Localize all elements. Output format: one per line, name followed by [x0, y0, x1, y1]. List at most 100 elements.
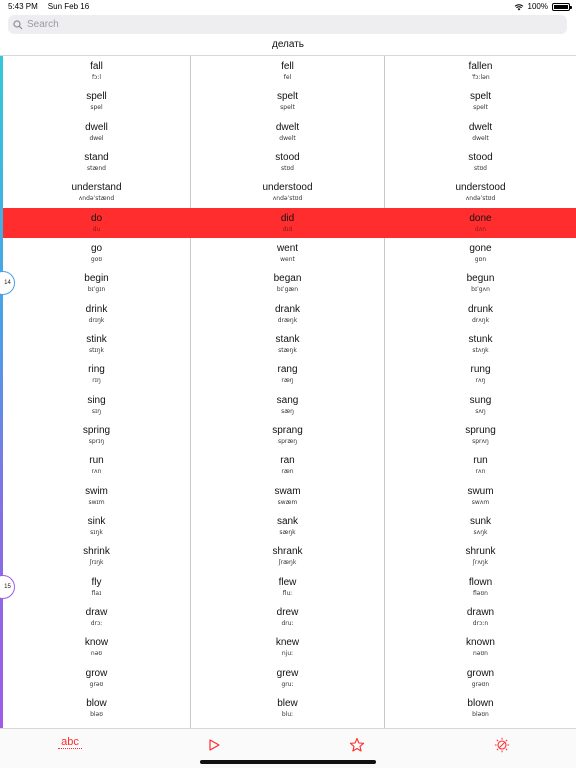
participle-form-cell[interactable]: blown bləʊn — [385, 693, 576, 723]
table-row[interactable]: fall fɔːl fell fel fallen ˈfɔːlən — [3, 56, 576, 86]
favorites-tab[interactable] — [345, 735, 369, 755]
table-row[interactable]: spring sprɪŋ sprang spræŋ sprung sprʌŋ — [3, 420, 576, 450]
table-row[interactable]: stand stænd stood stʊd stood stʊd — [3, 147, 576, 177]
participle-form-cell[interactable]: fallen ˈfɔːlən — [385, 56, 576, 86]
base-form-cell[interactable]: shrink ʃrɪŋk — [3, 541, 190, 571]
past-form-transcription: stæŋk — [278, 346, 297, 354]
table-row[interactable]: grow grəʊ grew gruː grown grəʊn — [3, 663, 576, 693]
past-form-cell[interactable]: knew njuː — [191, 632, 384, 662]
table-row[interactable]: begin bɪˈgɪn began bɪˈgæn begun bɪˈgʌn — [3, 268, 576, 298]
participle-form-cell[interactable]: flown fləʊn — [385, 572, 576, 602]
search-input[interactable] — [27, 19, 547, 30]
base-form-cell[interactable]: fly flaɪ — [3, 572, 190, 602]
table-row[interactable]: sing sɪŋ sang sæŋ sung sʌŋ — [3, 390, 576, 420]
past-form-cell[interactable]: understood ʌndəˈstʊd — [191, 177, 384, 207]
participle-form-cell[interactable]: rung rʌŋ — [385, 359, 576, 389]
table-row[interactable]: go goʊ went went gone gɒn — [3, 238, 576, 268]
base-form-cell[interactable]: go goʊ — [3, 238, 190, 268]
base-form-cell[interactable]: fall fɔːl — [3, 56, 190, 86]
past-form-cell[interactable]: stood stʊd — [191, 147, 384, 177]
base-form-cell[interactable]: sing sɪŋ — [3, 390, 190, 420]
past-form-cell[interactable]: dwelt dwelt — [191, 117, 384, 147]
table-row[interactable]: understand ʌndəˈstænd understood ʌndəˈstʊd u… — [3, 177, 576, 207]
table-row[interactable]: ring rɪŋ rang ræŋ rung rʌŋ — [3, 359, 576, 389]
participle-form-cell[interactable]: shrunk ʃrʌŋk — [385, 541, 576, 571]
base-form-cell[interactable]: swim swɪm — [3, 481, 190, 511]
table-row[interactable]: drink drɪŋk drank dræŋk drunk drʌŋk — [3, 299, 576, 329]
past-form-cell[interactable]: began bɪˈgæn — [191, 268, 384, 298]
past-form-cell[interactable]: flew fluː — [191, 572, 384, 602]
past-form-cell[interactable]: sang sæŋ — [191, 390, 384, 420]
participle-form-cell[interactable]: grown grəʊn — [385, 663, 576, 693]
participle-form-cell[interactable]: gone gɒn — [385, 238, 576, 268]
search-bar[interactable] — [8, 15, 567, 34]
table-row[interactable]: swim swɪm swam swæm swum swʌm — [3, 481, 576, 511]
participle-form-cell[interactable]: sprung sprʌŋ — [385, 420, 576, 450]
base-form-cell[interactable]: run rʌn — [3, 450, 190, 480]
past-form-cell[interactable]: rang ræŋ — [191, 359, 384, 389]
base-form-cell[interactable]: stink stɪŋk — [3, 329, 190, 359]
participle-form-transcription: drɔːn — [472, 619, 489, 627]
participle-form-cell[interactable]: stood stʊd — [385, 147, 576, 177]
base-form-cell[interactable]: know nəʊ — [3, 632, 190, 662]
participle-form-cell[interactable]: begun bɪˈgʌn — [385, 268, 576, 298]
base-form-cell[interactable]: spring sprɪŋ — [3, 420, 190, 450]
past-form-cell[interactable]: drew druː — [191, 602, 384, 632]
past-form-cell[interactable]: drank dræŋk — [191, 299, 384, 329]
abc-tab[interactable]: abc — [58, 735, 82, 749]
base-form-transcription: sɪŋ — [91, 407, 102, 415]
table-row[interactable]: stink stɪŋk stank stæŋk stunk stʌŋk — [3, 329, 576, 359]
participle-form-cell[interactable]: run rʌn — [385, 450, 576, 480]
base-form-transcription: stænd — [87, 164, 106, 172]
participle-form-cell[interactable]: done dʌn — [385, 208, 576, 238]
base-form-cell[interactable]: do du — [3, 208, 190, 238]
play-icon — [209, 739, 220, 751]
past-form-cell[interactable]: ran ræn — [191, 450, 384, 480]
past-form-cell[interactable]: grew gruː — [191, 663, 384, 693]
past-form-cell[interactable]: shrank ʃræŋk — [191, 541, 384, 571]
participle-form-cell[interactable]: sunk sʌŋk — [385, 511, 576, 541]
past-form-cell[interactable]: blew bluː — [191, 693, 384, 723]
settings-tab[interactable] — [490, 735, 514, 755]
base-form-transcription: nəʊ — [90, 650, 103, 658]
participle-form-cell[interactable]: sung sʌŋ — [385, 390, 576, 420]
base-form-cell[interactable]: understand ʌndəˈstænd — [3, 177, 190, 207]
base-form-cell[interactable]: sink sɪŋk — [3, 511, 190, 541]
base-form-cell[interactable]: begin bɪˈgɪn — [3, 268, 190, 298]
play-tab[interactable] — [202, 735, 226, 755]
base-form-cell[interactable]: draw drɔː — [3, 602, 190, 632]
table-row[interactable]: sink sɪŋk sank sæŋk sunk sʌŋk — [3, 511, 576, 541]
table-row[interactable]: run rʌn ran ræn run rʌn — [3, 450, 576, 480]
participle-form-cell[interactable]: drunk drʌŋk — [385, 299, 576, 329]
table-row[interactable]: blow bləʊ blew bluː blown bləʊn — [3, 693, 576, 723]
participle-form-cell[interactable]: spelt spelt — [385, 86, 576, 116]
table-row[interactable]: spell spel spelt spelt spelt spelt — [3, 86, 576, 116]
table-row-selected[interactable]: do du did dɪd done dʌn — [3, 207, 576, 238]
participle-form-cell[interactable]: stunk stʌŋk — [385, 329, 576, 359]
table-row[interactable]: draw drɔː drew druː drawn drɔːn — [3, 602, 576, 632]
participle-form-cell[interactable]: drawn drɔːn — [385, 602, 576, 632]
base-form-cell[interactable]: drink drɪŋk — [3, 299, 190, 329]
table-row[interactable]: know nəʊ knew njuː known nəʊn — [3, 632, 576, 662]
base-form-cell[interactable]: dwell dwel — [3, 117, 190, 147]
past-form-cell[interactable]: stank stæŋk — [191, 329, 384, 359]
base-form-cell[interactable]: spell spel — [3, 86, 190, 116]
table-row[interactable]: fly flaɪ flew fluː flown fləʊn — [3, 572, 576, 602]
table-row[interactable]: shrink ʃrɪŋk shrank ʃræŋk shrunk ʃrʌŋk — [3, 541, 576, 571]
past-form-cell[interactable]: did dɪd — [191, 208, 384, 238]
past-form-cell[interactable]: swam swæm — [191, 481, 384, 511]
table-row[interactable]: dwell dwel dwelt dwelt dwelt dwelt — [3, 117, 576, 147]
participle-form-cell[interactable]: known nəʊn — [385, 632, 576, 662]
past-form-cell[interactable]: sprang spræŋ — [191, 420, 384, 450]
base-form-cell[interactable]: grow grəʊ — [3, 663, 190, 693]
past-form-cell[interactable]: spelt spelt — [191, 86, 384, 116]
base-form-cell[interactable]: ring rɪŋ — [3, 359, 190, 389]
participle-form-cell[interactable]: swum swʌm — [385, 481, 576, 511]
past-form-cell[interactable]: went went — [191, 238, 384, 268]
base-form-cell[interactable]: blow bləʊ — [3, 693, 190, 723]
base-form-cell[interactable]: stand stænd — [3, 147, 190, 177]
participle-form-cell[interactable]: understood ʌndəˈstʊd — [385, 177, 576, 207]
participle-form-cell[interactable]: dwelt dwelt — [385, 117, 576, 147]
past-form-cell[interactable]: fell fel — [191, 56, 384, 86]
past-form-cell[interactable]: sank sæŋk — [191, 511, 384, 541]
